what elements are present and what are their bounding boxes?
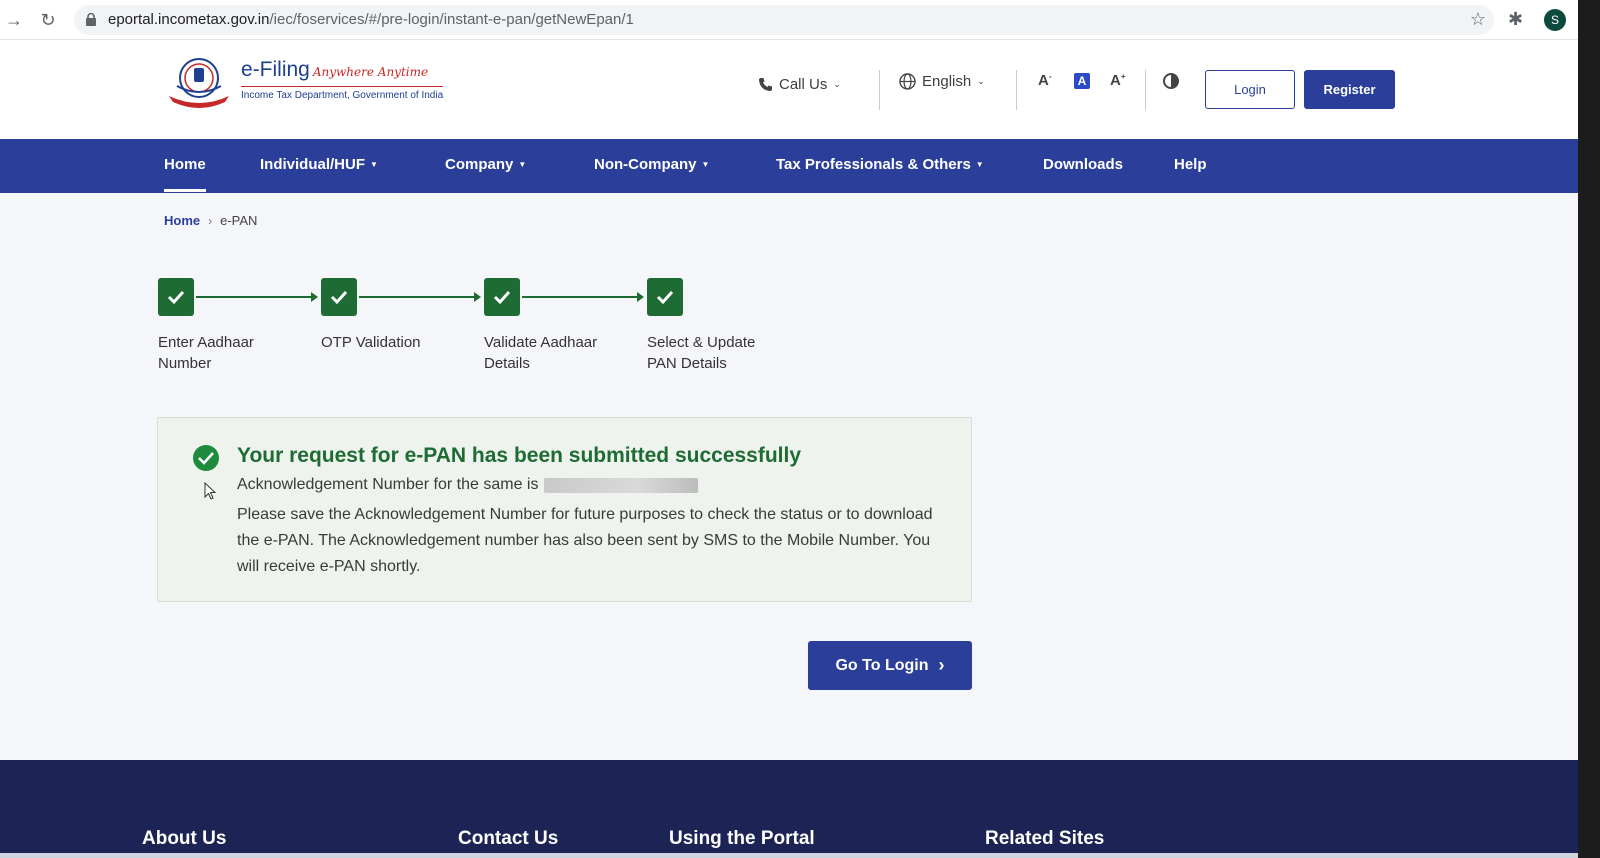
login-button[interactable]: Login — [1205, 70, 1295, 109]
header-divider — [1016, 70, 1017, 110]
step-label: OTP Validation — [321, 334, 421, 351]
site-header: e-Filing Anywhere Anytime Income Tax Depa… — [0, 40, 1578, 139]
profile-avatar[interactable]: S — [1544, 9, 1566, 31]
acknowledgement-line: Acknowledgement Number for the same is — [237, 476, 699, 494]
step-label: Select & Update PAN Details — [647, 334, 756, 372]
logo-subtitle: Income Tax Department, Government of Ind… — [241, 86, 444, 101]
font-decrease-icon[interactable]: A- — [1038, 72, 1052, 89]
contrast-toggle-icon[interactable] — [1163, 73, 1179, 89]
address-bar[interactable]: eportal.incometax.gov.in/iec/foservices/… — [74, 5, 1494, 35]
lock-icon — [86, 13, 96, 26]
extensions-icon[interactable]: ✱ — [1508, 9, 1523, 30]
globe-icon — [899, 73, 916, 90]
chevron-down-icon: ▼ — [701, 160, 710, 169]
step-label: Enter Aadhaar Number — [158, 334, 254, 372]
step-connector — [359, 292, 481, 302]
step-label: Validate Aadhaar Details — [484, 334, 598, 372]
footer-using-portal[interactable]: Using the Portal — [669, 828, 815, 850]
footer-contact-us[interactable]: Contact Us — [458, 828, 558, 850]
success-body-text: Please save the Acknowledgement Number f… — [237, 506, 933, 575]
nav-help[interactable]: Help — [1174, 156, 1207, 173]
progress-stepper: Enter Aadhaar Number OTP Validation Vali… — [158, 278, 808, 388]
back-arrow-icon[interactable]: → — [4, 10, 24, 30]
step-complete-check-icon — [484, 278, 520, 316]
breadcrumb-home-link[interactable]: Home — [164, 213, 200, 228]
emblem-icon — [169, 58, 229, 108]
site-footer: About Us Contact Us Using the Portal Rel… — [0, 760, 1578, 858]
nav-non-company[interactable]: Non-Company ▼ — [594, 156, 709, 173]
chevron-down-icon: ⌄ — [977, 76, 985, 86]
main-navigation: Home Individual/HUF ▼ Company ▼ Non-Compan… — [0, 139, 1578, 193]
chevron-right-icon: › — [938, 655, 945, 675]
window-edge — [1578, 0, 1600, 858]
breadcrumb-current: e-PAN — [220, 213, 258, 228]
chevron-down-icon: ▼ — [370, 160, 378, 169]
nav-tax-professionals[interactable]: Tax Professionals & Others ▼ — [776, 156, 984, 173]
acknowledgement-label: Acknowledgement Number for the same is — [237, 476, 539, 493]
header-divider — [1145, 70, 1146, 110]
success-check-icon — [193, 445, 219, 471]
phone-icon — [759, 78, 772, 91]
chevron-down-icon: ⌄ — [833, 79, 841, 89]
language-dropdown[interactable]: English ⌄ — [899, 73, 985, 90]
nav-company[interactable]: Company ▼ — [445, 156, 526, 173]
success-message-panel: Your request for e-PAN has been submitte… — [157, 417, 972, 602]
footer-related-sites[interactable]: Related Sites — [985, 828, 1104, 850]
bookmark-star-icon[interactable]: ☆ — [1470, 9, 1486, 30]
step-complete-check-icon — [647, 278, 683, 316]
url-text: eportal.incometax.gov.in/iec/foservices/… — [108, 11, 634, 28]
footer-bottom-bar — [0, 853, 1578, 858]
nav-home[interactable]: Home — [164, 156, 206, 192]
language-label: English — [922, 73, 972, 90]
font-increase-icon[interactable]: A+ — [1110, 72, 1126, 89]
header-divider — [879, 70, 880, 110]
nav-downloads[interactable]: Downloads — [1043, 156, 1123, 173]
chevron-down-icon: ▼ — [518, 160, 527, 169]
mouse-cursor-icon — [204, 482, 216, 500]
success-title: Your request for e-PAN has been submitte… — [237, 444, 802, 467]
register-button[interactable]: Register — [1304, 70, 1395, 109]
call-us-label: Call Us — [779, 76, 828, 93]
call-us-dropdown[interactable]: Call Us ⌄ — [758, 76, 841, 93]
font-reset-icon[interactable]: A — [1074, 73, 1090, 89]
breadcrumb: Home › e-PAN — [164, 213, 257, 228]
page: e-Filing Anywhere Anytime Income Tax Depa… — [0, 40, 1578, 858]
footer-about-us[interactable]: About Us — [142, 828, 226, 850]
step-connector — [522, 292, 644, 302]
site-logo[interactable]: e-Filing Anywhere Anytime Income Tax Depa… — [163, 56, 444, 112]
step-complete-check-icon — [158, 278, 194, 316]
logo-title: e-Filing Anywhere Anytime — [241, 58, 429, 81]
browser-toolbar: → ↻ eportal.incometax.gov.in/iec/foservi… — [0, 0, 1578, 40]
step-connector — [196, 292, 318, 302]
chevron-right-icon: › — [208, 213, 213, 228]
chevron-down-icon: ▼ — [975, 160, 984, 169]
reload-icon[interactable]: ↻ — [38, 10, 58, 30]
go-to-login-label: Go To Login — [835, 656, 929, 674]
nav-individual-huf[interactable]: Individual/HUF ▼ — [260, 156, 378, 173]
go-to-login-button[interactable]: Go To Login › — [808, 641, 972, 690]
step-complete-check-icon — [321, 278, 357, 316]
acknowledgement-number-redacted — [544, 477, 699, 493]
